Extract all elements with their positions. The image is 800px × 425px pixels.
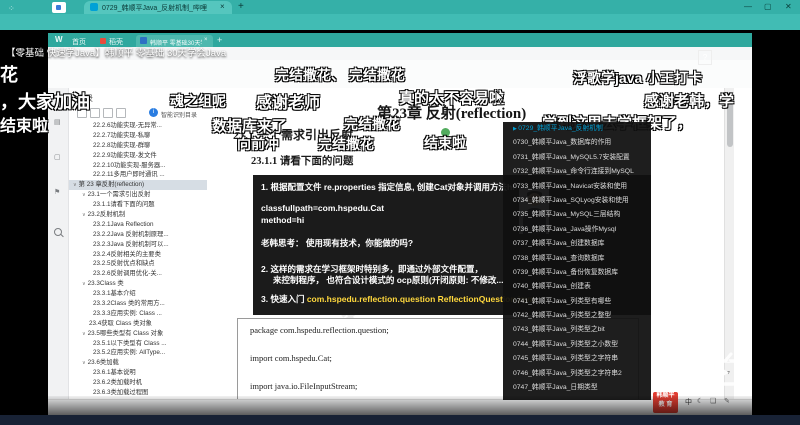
danmaku-emote: ? [698,50,712,65]
pinned-tab[interactable] [52,2,66,13]
episode-item[interactable]: 0745_韩顺平Java_列类型之字符串 [503,352,651,366]
danmaku-comment: 完结撒花 [344,114,400,134]
window-close-button[interactable]: ✕ [785,2,792,11]
episode-item[interactable]: 0729_韩顺平Java_反射机制 [503,122,651,136]
danmaku-comment: 感谢老师 [256,89,320,113]
browser-tab-strip: ⁘ 0729_韩顺平Java_反射机制_哔哩 × + — ▢ ✕ [0,0,800,14]
episode-item[interactable]: 0735_韩顺平Java_MySQL三层结构 [503,208,651,222]
window-maximize-button[interactable]: ▢ [764,2,772,11]
episode-item[interactable]: 0730_韩顺平Java_数据库的作用 [503,136,651,150]
tab-close-icon[interactable]: × [220,2,225,11]
episode-item[interactable]: 0736_韩顺平Java_Java操作Mysql [503,223,651,237]
tab-search-icon[interactable]: ⁘ [8,4,15,13]
episode-item[interactable]: 0746_韩顺平Java_列类型之字符串2 [503,367,651,381]
danmaku-comment: 魂之组呢 [170,91,226,111]
danmaku-comment: 浮歌学java 小王打卡 [573,68,702,88]
episode-item[interactable]: 0741_韩顺平Java_列类型有哪些 [503,295,651,309]
episode-item[interactable]: 0737_韩顺平Java_创建数据库 [503,237,651,251]
episode-item[interactable]: 0739_韩顺平Java_备份恢复数据库 [503,266,651,280]
bilibili-favicon [90,3,98,11]
window-minimize-button[interactable]: — [744,2,752,11]
danmaku-comment: ，大家加油 [0,88,90,114]
episode-item[interactable]: 0740_韩顺平Java_创建表 [503,280,651,294]
danmaku-comment: 结束啦 [0,112,48,136]
episode-item[interactable]: 0731_韩顺平Java_MySQL5.7安装配置 [503,151,651,165]
danmaku-comment: 结束啦 [424,133,466,153]
player-control-bar: ▶ ▶ 00:39 / 1:19:41 A 发个友善的弹幕见证当下 弹幕礼仪 >… [0,396,800,415]
video-title-overlay: 【零基础 快速学Java】韩顺平 零基础 30天学会Java [6,45,226,59]
episode-item[interactable]: 0733_韩顺平Java_Navicat安装和使用 [503,180,651,194]
episode-item[interactable]: 0743_韩顺平Java_列类型之bit [503,323,651,337]
episode-item[interactable]: 0732_韩顺平Java_命令行连接到MySQL [503,165,651,179]
screen: ⁘ 0729_韩顺平Java_反射机制_哔哩 × + — ▢ ✕ ← ↻ ⌂ 🗋… [0,0,800,425]
video-player[interactable]: W 首页 稻壳 韩顺平 零基础30天学会Jav × + 文件 🖫 ↶ ↷ 开始 … [0,30,800,415]
danmaku-comment: 真的太不容易啦 [399,87,504,108]
bilibili-logo [700,352,744,388]
episode-item[interactable]: 0747_韩顺平Java_日期类型 [503,381,651,395]
danmaku-layer: 花 完结撒花、 完结撒花 浮歌学java 小王打卡 ，大家加油 魂之组呢 感谢老师 真的太不… [0,30,800,415]
danmaku-comment: 花 [0,61,18,87]
episode-item[interactable]: 0734_韩顺平Java_SQLyog安装和使用 [503,194,651,208]
episode-item[interactable]: 0744_韩顺平Java_列类型之小数型 [503,338,651,352]
danmaku-comment: 数据库来了 [212,115,287,136]
episode-item[interactable]: 0738_韩顺平Java_查询数据库 [503,252,651,266]
episode-item[interactable]: 0742_韩顺平Java_列类型之整型 [503,309,651,323]
mouse-cursor [495,91,504,104]
danmaku-comment: 向前冲 [237,134,279,154]
danmaku-comment: 完结撒花、 完结撒花 [275,65,405,85]
pinned-tab-favicon [56,5,61,10]
windows-taskbar: ⊞ ∧ ◁) 中 18:13 [0,415,800,425]
new-tab-button[interactable]: + [238,1,244,12]
episode-panel: 0729_韩顺平Java_反射机制0730_韩顺平Java_数据库的作用0731… [503,122,651,400]
tab-title: 0729_韩顺平Java_反射机制_哔哩 [102,3,216,13]
danmaku-comment: 完结撒花 [318,134,374,154]
danmaku-comment: 感谢老韩，学 [644,90,734,111]
